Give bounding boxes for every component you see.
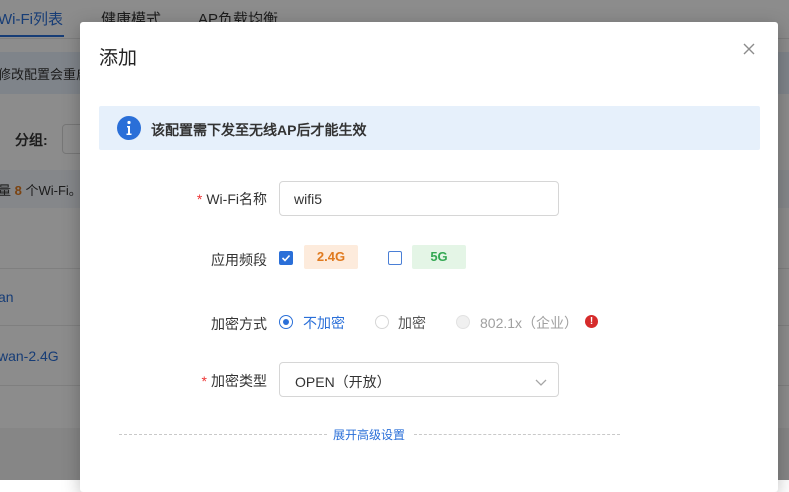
encrypted-label[interactable]: 加密 bbox=[398, 313, 426, 333]
info-icon bbox=[117, 116, 141, 140]
encryption-type-select[interactable]: OPEN（开放） bbox=[279, 362, 559, 397]
band-24g-tag: 2.4G bbox=[304, 245, 358, 269]
band-5g-tag: 5G bbox=[412, 245, 466, 269]
required-mark: * bbox=[201, 373, 207, 389]
expand-advanced-link[interactable]: 展开高级设置 bbox=[333, 426, 405, 443]
alert-text: 该配置需下发至无线AP后才能生效 bbox=[151, 122, 367, 138]
encrypted-radio[interactable] bbox=[375, 315, 389, 329]
wifi-name-label: * Wi-Fi名称 bbox=[196, 191, 267, 207]
info-alert: 该配置需下发至无线AP后才能生效 bbox=[99, 106, 760, 150]
no-encryption-label[interactable]: 不加密 bbox=[303, 313, 345, 333]
band-label: 应用频段 bbox=[211, 252, 267, 268]
modal-title: 添加 bbox=[99, 48, 138, 69]
advanced-divider-left bbox=[119, 434, 327, 435]
advanced-divider-right bbox=[414, 434, 620, 435]
add-wifi-modal: 添加 该配置需下发至无线AP后才能生效 *Wi-Fi名称 应用频段 2.4G 5… bbox=[80, 22, 778, 492]
band-5g-checkbox[interactable] bbox=[388, 251, 402, 265]
encryption-type-value: OPEN（开放） bbox=[295, 374, 391, 390]
enterprise-label: 802.1x（企业） bbox=[480, 315, 579, 331]
wifi-name-input[interactable] bbox=[279, 181, 559, 216]
close-icon[interactable] bbox=[740, 40, 758, 58]
no-encryption-radio[interactable] bbox=[279, 315, 293, 329]
chevron-down-icon bbox=[534, 374, 548, 392]
warning-icon[interactable]: ! bbox=[585, 315, 598, 328]
required-mark: * bbox=[196, 191, 203, 207]
band-24g-checkbox[interactable] bbox=[279, 251, 293, 265]
encryption-type-label: * 加密类型 bbox=[201, 373, 267, 389]
encryption-mode-label: 加密方式 bbox=[211, 316, 267, 332]
enterprise-radio bbox=[456, 315, 470, 329]
